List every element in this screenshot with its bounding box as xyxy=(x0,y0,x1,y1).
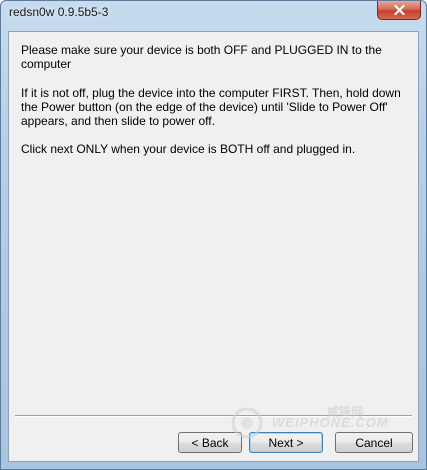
window-title: redsn0w 0.9.5b5-3 xyxy=(9,5,109,19)
separator-line xyxy=(15,415,412,417)
dialog-content: Please make sure your device is both OFF… xyxy=(8,31,419,462)
close-icon xyxy=(393,5,405,15)
instruction-text-1: Please make sure your device is both OFF… xyxy=(21,43,382,71)
title-bar[interactable]: redsn0w 0.9.5b5-3 xyxy=(1,1,426,25)
close-button[interactable] xyxy=(377,1,421,20)
instruction-text-3: Click next ONLY when your device is BOTH… xyxy=(21,142,356,156)
back-button[interactable]: < Back xyxy=(178,432,242,453)
next-button[interactable]: Next > xyxy=(249,432,323,453)
instruction-text-2: If it is not off, plug the device into t… xyxy=(21,86,401,128)
dialog-window: redsn0w 0.9.5b5-3 Please make sure your … xyxy=(0,0,427,470)
cancel-button[interactable]: Cancel xyxy=(335,432,413,453)
